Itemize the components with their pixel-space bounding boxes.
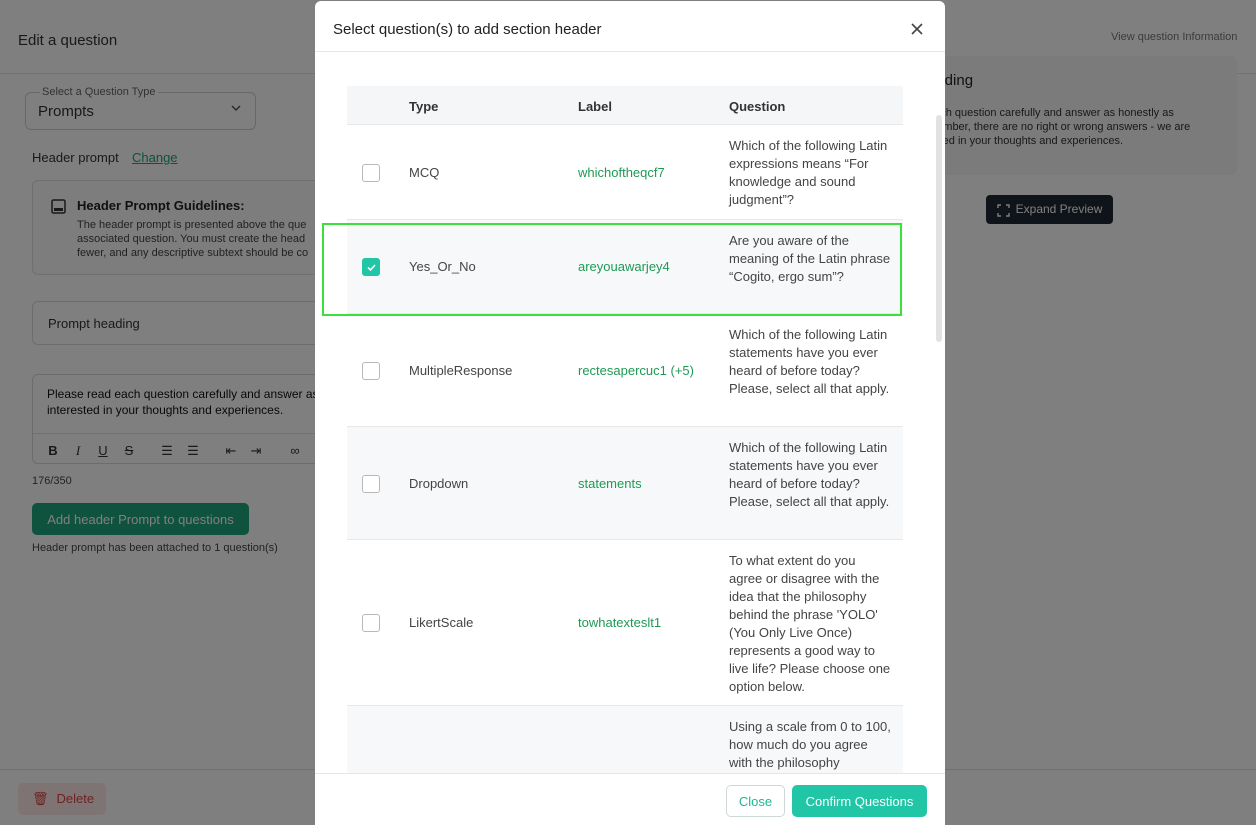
table-row[interactable]: LikertScale towhatexteslt1 To what extent … [347,540,903,706]
row-checkbox[interactable] [362,362,380,380]
row-label: whichoftheqcf7 [578,165,665,180]
row-question: Using a scale from 0 to 100, how much do… [729,719,891,770]
row-label: areyouawarjey4 [578,259,670,274]
row-checkbox[interactable] [362,258,380,276]
select-questions-modal: Select question(s) to add section header… [315,1,945,825]
modal-title: Select question(s) to add section header [333,21,602,38]
table-row[interactable]: MultipleResponse rectesapercuc1 (+5) Which… [347,314,903,427]
row-label: statements [578,476,642,491]
row-type: Yes_Or_No [409,259,476,274]
modal-footer-divider [315,773,945,774]
table-header: Type Label Question [347,86,903,125]
row-question: Which of the following Latin statements … [729,440,890,509]
close-icon[interactable] [909,21,925,37]
table-row[interactable]: Using a scale from 0 to 100, how much do… [347,706,903,773]
row-type: Dropdown [409,476,469,491]
row-question: To what extent do you agree or disagree … [729,553,891,694]
confirm-questions-button[interactable]: Confirm Questions [792,785,927,817]
column-label: Label [578,99,612,114]
scrollbar[interactable] [936,115,942,342]
column-type: Type [409,99,439,114]
table-row[interactable]: Yes_Or_No areyouawarjey4 Are you aware of … [347,220,903,314]
close-button[interactable]: Close [726,785,785,817]
row-question: Which of the following Latin statements … [729,327,890,396]
row-question: Which of the following Latin expressions… [729,138,888,207]
row-type: LikertScale [409,615,474,630]
questions-table: Type Label Question MCQ whichoftheqcf7 Whi… [347,86,903,773]
table-row[interactable]: MCQ whichoftheqcf7 Which of the following … [347,125,903,220]
row-question: Are you aware of the meaning of the Lati… [729,233,891,284]
table-row[interactable]: Dropdown statements Which of the following… [347,427,903,540]
check-icon [367,264,376,272]
column-question: Question [729,99,786,114]
row-type: MCQ [409,165,440,180]
row-label: rectesapercuc1 (+5) [578,363,694,378]
row-label: towhatexteslt1 [578,615,662,630]
row-checkbox[interactable] [362,475,380,493]
row-checkbox[interactable] [362,614,380,632]
row-checkbox[interactable] [362,164,380,182]
row-type: MultipleResponse [409,363,513,378]
modal-body: Type Label Question MCQ whichoftheqcf7 Whi… [315,52,945,773]
